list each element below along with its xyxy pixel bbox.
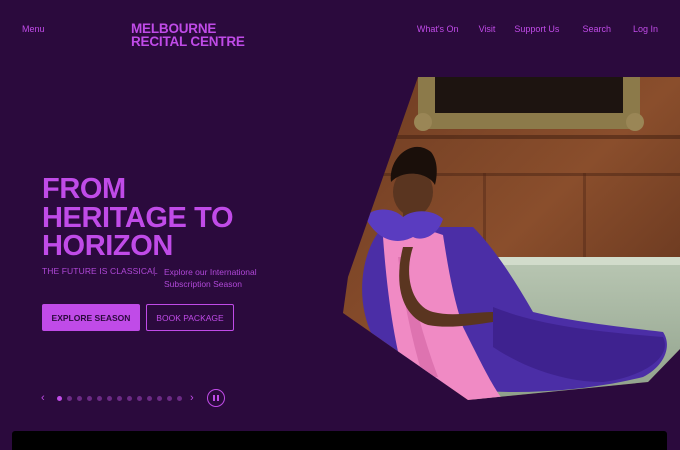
carousel-dot[interactable] (57, 396, 62, 401)
menu-button[interactable]: Menu (22, 24, 45, 34)
carousel-dot[interactable] (167, 396, 172, 401)
book-package-button[interactable]: BOOK PACKAGE (146, 304, 234, 331)
nav-search[interactable]: Search (582, 24, 611, 34)
carousel-dot[interactable] (77, 396, 82, 401)
carousel-dot[interactable] (177, 396, 182, 401)
chevron-left-icon[interactable]: ‹ (41, 392, 45, 404)
carousel-dot[interactable] (67, 396, 72, 401)
hero-subtext: Explore our International Subscription S… (164, 267, 257, 289)
bottom-bar (12, 431, 667, 450)
main-nav: What's On Visit Support Us Search Log In (417, 24, 658, 34)
nav-support-us[interactable]: Support Us (514, 24, 559, 34)
chevron-right-icon[interactable]: › (190, 392, 194, 404)
carousel-dot[interactable] (157, 396, 162, 401)
carousel-dot[interactable] (97, 396, 102, 401)
hero-title-line-2: HERITAGE TO (42, 201, 234, 234)
carousel-dot[interactable] (117, 396, 122, 401)
tagline-divider (154, 267, 155, 276)
hero-title-line-1: FROM (42, 173, 126, 205)
hero-title: FROM HERITAGE TO HORIZON (42, 173, 234, 262)
carousel-dot[interactable] (127, 396, 132, 401)
pause-icon[interactable] (207, 389, 225, 407)
logo-line-2: RECITAL CENTRE (131, 34, 245, 49)
hero-tagline: THE FUTURE IS CLASSICAL (42, 266, 158, 276)
carousel-dot[interactable] (147, 396, 152, 401)
explore-season-button[interactable]: EXPLORE SEASON (42, 304, 140, 331)
nav-whats-on[interactable]: What's On (417, 24, 459, 34)
carousel-dot[interactable] (137, 396, 142, 401)
carousel-dots (57, 396, 182, 401)
carousel-dot[interactable] (87, 396, 92, 401)
logo[interactable]: MELBOURNE RECITAL CENTRE (131, 22, 245, 49)
hero-title-line-3: HORIZON (42, 230, 173, 262)
nav-log-in[interactable]: Log In (633, 24, 658, 34)
nav-visit[interactable]: Visit (479, 24, 496, 34)
hero-image (343, 77, 680, 400)
carousel-dot[interactable] (107, 396, 112, 401)
